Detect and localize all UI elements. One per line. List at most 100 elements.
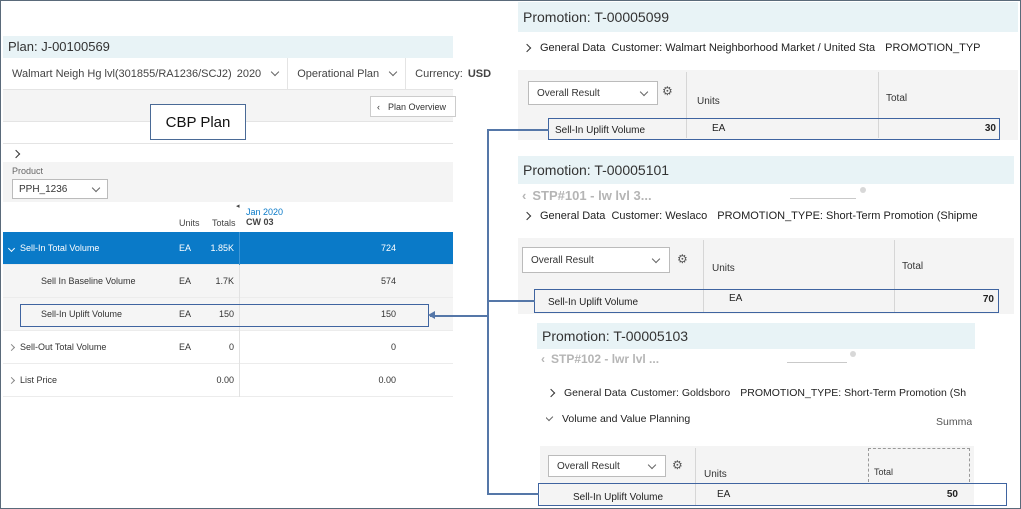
expand-icon[interactable]	[7, 244, 16, 253]
chevron-down-icon	[270, 67, 280, 77]
chevron-down-icon	[388, 67, 398, 77]
table-row[interactable]: Sell-Out Total Volume EA 0 0	[3, 331, 453, 364]
row-total: 1.7K	[215, 276, 234, 286]
row-label: Sell-In Uplift Volume	[548, 297, 639, 308]
year-filter-value: 2020	[236, 67, 262, 80]
chevron-left-icon: ‹	[541, 352, 545, 366]
expand-icon[interactable]	[7, 376, 16, 385]
row-label: Sell-In Uplift Volume	[555, 125, 646, 136]
row-value: 724	[380, 243, 396, 253]
customer-label: Customer:	[611, 42, 663, 54]
plan-filter-bar: Walmart Neigh Hg lvl(301855/RA1236/SCJ2)…	[3, 58, 491, 90]
chevron-down-icon	[639, 87, 649, 96]
plan-uplift-highlight	[20, 304, 429, 327]
totals-column-header: Totals	[212, 218, 236, 228]
promotion-3-result-select[interactable]: Overall Result	[548, 455, 666, 477]
column-divider	[239, 265, 240, 298]
result-select-label: Overall Result	[537, 87, 600, 99]
currency-value: USD	[467, 67, 492, 80]
row-total: 70	[982, 294, 994, 305]
total-column-header: Total	[902, 261, 924, 272]
row-value: 574	[380, 276, 396, 286]
row-total: 0.00	[216, 375, 234, 385]
units-column-header: Units	[712, 263, 735, 274]
chevron-down-icon	[546, 412, 554, 422]
row-value: 0	[390, 342, 396, 352]
column-divider	[239, 331, 240, 364]
row-total: 30	[984, 123, 996, 134]
customer-filter-label: Walmart Neigh Hg lvl(301855/RA1236/SCJ2)	[12, 67, 232, 80]
promotion-2-result-select[interactable]: Overall Result	[522, 247, 670, 273]
row-units: EA	[179, 342, 192, 352]
plan-expander[interactable]	[3, 143, 453, 163]
promotion-type-label: PROMOTION_TYPE:	[740, 387, 842, 399]
chevron-left-icon: ‹	[377, 101, 380, 112]
volume-value-planning-section[interactable]: Volume and Value Planning	[546, 408, 974, 430]
stp-label: STP#101 - lw lvl 3...	[532, 188, 652, 203]
connector-line	[487, 129, 489, 494]
promotion-1-title: Promotion: T-00005099	[518, 2, 1018, 32]
column-divider	[239, 232, 240, 265]
cbp-plan-panel: Plan: J-00100569 Walmart Neigh Hg lvl(30…	[3, 36, 491, 397]
plan-overview-button[interactable]: ‹ Plan Overview	[370, 96, 456, 117]
promotion-1-general-data[interactable]: General Data Customer: Walmart Neighborh…	[524, 36, 1018, 60]
row-total: 50	[946, 489, 958, 500]
chevron-down-icon	[647, 460, 657, 469]
row-units: EA	[179, 243, 192, 253]
settings-icon[interactable]: ⚙	[677, 252, 688, 266]
promotion-2-stp[interactable]: ‹ STP#101 - lw lvl 3...	[522, 188, 652, 203]
promotion-2-general-data[interactable]: General Data Customer: Weslaco PROMOTION…	[524, 205, 1016, 227]
promotion-3-title: Promotion: T-00005103	[537, 323, 975, 349]
chevron-right-icon	[548, 388, 556, 398]
promotion-1-result-select[interactable]: Overall Result	[528, 81, 658, 105]
general-data-label: General Data	[540, 42, 606, 54]
product-select[interactable]: PPH_1236	[12, 179, 108, 199]
promotion-type-value: Short-Term Promotion (Shipme	[826, 210, 978, 222]
plan-type-label: Operational Plan	[297, 67, 380, 80]
promotion-2-title: Promotion: T-00005101	[518, 156, 1014, 184]
expand-icon[interactable]	[7, 343, 16, 352]
connector-line	[487, 493, 539, 495]
summary-tab[interactable]: Summa	[936, 416, 972, 428]
promotion-type-label: PROMOTION_TYP	[885, 42, 981, 54]
table-row[interactable]: Sell In Baseline Volume EA 1.7K 574	[3, 265, 453, 298]
stp-label: STP#102 - lwr lvl ...	[551, 352, 660, 366]
promotion-type-label: PROMOTION_TYPE:	[717, 210, 823, 222]
ghost-indicator	[860, 187, 866, 193]
chevron-right-icon	[11, 149, 21, 159]
customer-filter[interactable]: Walmart Neigh Hg lvl(301855/RA1236/SCJ2)…	[3, 58, 289, 89]
column-divider	[239, 364, 240, 397]
row-total: 0	[228, 342, 234, 352]
settings-icon[interactable]: ⚙	[662, 84, 673, 98]
currency-label: Currency:	[415, 67, 463, 80]
promotion-3-general-data[interactable]: General Data Customer: Goldsboro PROMOTI…	[548, 382, 974, 404]
row-value: 0.00	[378, 375, 396, 385]
row-total: 1.85K	[210, 243, 234, 253]
chevron-right-icon	[524, 43, 532, 53]
total-column-header: Total	[886, 93, 908, 104]
volume-section-label: Volume and Value Planning	[562, 413, 691, 425]
units-column-header: Units	[697, 96, 720, 107]
product-label: Product	[12, 166, 44, 176]
chevron-down-icon	[651, 254, 661, 263]
table-row[interactable]: Sell-In Total Volume EA 1.85K 724	[3, 232, 453, 265]
connector-line	[487, 129, 549, 131]
customer-label: Customer:	[630, 387, 679, 399]
settings-icon[interactable]: ⚙	[672, 458, 683, 472]
connector-line	[487, 300, 535, 302]
ghost-indicator	[850, 351, 856, 357]
plan-overview-label: Plan Overview	[388, 101, 447, 112]
arrow-left-icon	[428, 311, 435, 319]
table-row[interactable]: List Price 0.00 0.00	[3, 364, 453, 397]
result-select-label: Overall Result	[531, 254, 594, 266]
ghost-divider	[790, 198, 856, 199]
plan-type-filter[interactable]: Operational Plan	[288, 58, 407, 89]
row-label: List Price	[20, 375, 58, 385]
row-units: EA	[179, 276, 192, 286]
promotion-3-stp[interactable]: ‹ STP#102 - lwr lvl ...	[541, 352, 659, 366]
chevron-down-icon	[91, 183, 101, 192]
total-column-header: Total	[874, 467, 894, 477]
product-filter-area: Product PPH_1236	[3, 162, 453, 202]
currency-filter[interactable]: Currency: USD	[406, 58, 500, 89]
week-column-header: CW 03	[246, 217, 274, 227]
